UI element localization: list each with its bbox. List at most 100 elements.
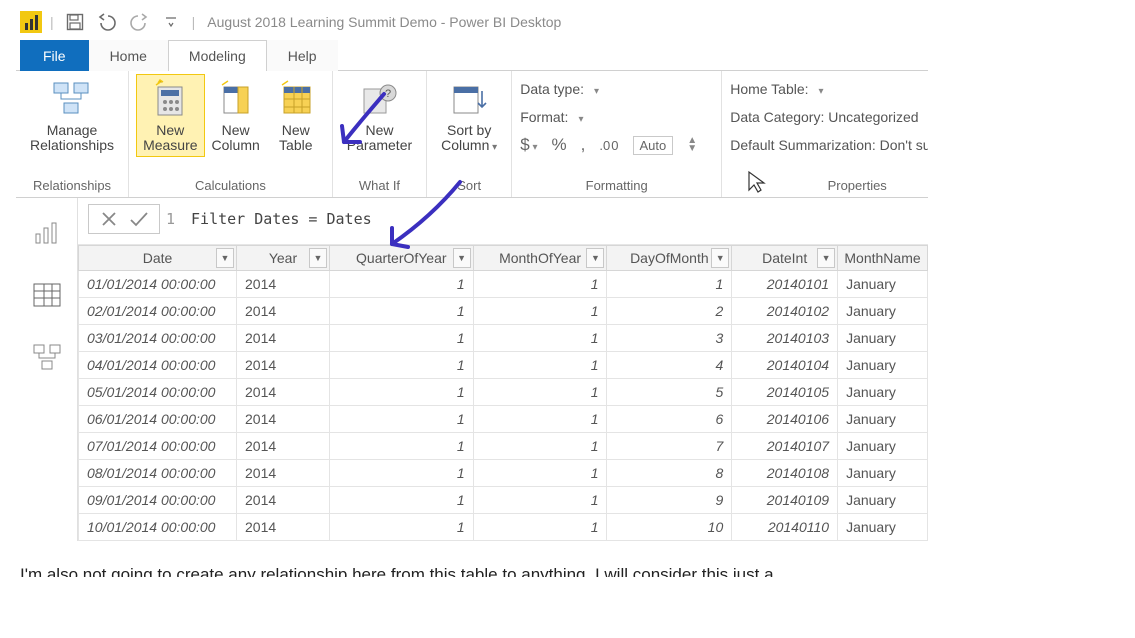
cell-month: 1 xyxy=(473,514,607,541)
cell-day: 5 xyxy=(607,379,732,406)
cell-monthname: January xyxy=(838,460,928,487)
report-view-button[interactable] xyxy=(24,214,70,252)
filter-dropdown-icon[interactable]: ▼ xyxy=(586,248,604,268)
table-row[interactable]: 05/01/2014 00:00:00201411520140105Januar… xyxy=(79,379,928,406)
table-row[interactable]: 04/01/2014 00:00:00201411420140104Januar… xyxy=(79,352,928,379)
filter-dropdown-icon[interactable]: ▼ xyxy=(216,248,234,268)
col-dateint[interactable]: DateInt ▼ xyxy=(732,246,838,271)
save-button[interactable] xyxy=(62,9,88,35)
tab-home[interactable]: Home xyxy=(89,40,168,71)
default-summarization-label[interactable]: Default Summarization: Don't summarize xyxy=(730,137,928,153)
header-label: DateInt xyxy=(762,250,807,266)
format-label: Format: xyxy=(520,109,568,125)
tab-file[interactable]: File xyxy=(20,40,89,71)
manage-relationships-button[interactable]: Manage Relationships xyxy=(24,75,120,156)
home-table-dropdown[interactable] xyxy=(819,81,824,97)
col-date[interactable]: Date ▼ xyxy=(79,246,237,271)
currency-button[interactable]: $ xyxy=(520,135,537,155)
cancel-formula-button[interactable] xyxy=(99,209,119,229)
format-dropdown[interactable] xyxy=(578,109,583,125)
table-row[interactable]: 08/01/2014 00:00:00201411820140108Januar… xyxy=(79,460,928,487)
data-view-button[interactable] xyxy=(24,276,70,314)
thousands-button[interactable]: , xyxy=(581,135,586,155)
filter-dropdown-icon[interactable]: ▼ xyxy=(711,248,729,268)
redo-button[interactable] xyxy=(126,9,152,35)
cell-date: 05/01/2014 00:00:00 xyxy=(79,379,237,406)
cell-year: 2014 xyxy=(237,379,330,406)
cell-date: 02/01/2014 00:00:00 xyxy=(79,298,237,325)
header-label: MonthOfYear xyxy=(499,250,581,266)
powerbi-logo-icon xyxy=(20,11,42,33)
cell-year: 2014 xyxy=(237,325,330,352)
svg-text:?: ? xyxy=(385,88,391,100)
cell-date: 04/01/2014 00:00:00 xyxy=(79,352,237,379)
model-view-button[interactable] xyxy=(24,338,70,376)
col-day[interactable]: DayOfMonth ▼ xyxy=(607,246,732,271)
new-table-button[interactable]: New Table xyxy=(268,75,324,156)
cell-month: 1 xyxy=(473,325,607,352)
table-row[interactable]: 03/01/2014 00:00:00201411320140103Januar… xyxy=(79,325,928,352)
undo-button[interactable] xyxy=(94,9,120,35)
cell-quarter: 1 xyxy=(329,433,473,460)
col-quarter[interactable]: QuarterOfYear ▼ xyxy=(329,246,473,271)
commit-formula-button[interactable] xyxy=(129,209,149,229)
formula-actions xyxy=(88,204,160,234)
cell-date: 08/01/2014 00:00:00 xyxy=(79,460,237,487)
table-row[interactable]: 01/01/2014 00:00:00201411120140101Januar… xyxy=(79,271,928,298)
group-label: Sort xyxy=(435,174,503,195)
cell-year: 2014 xyxy=(237,514,330,541)
filter-dropdown-icon[interactable]: ▼ xyxy=(817,248,835,268)
decimals-stepper[interactable]: ▲▼ xyxy=(687,137,697,153)
group-label: Formatting xyxy=(520,174,713,195)
cell-dateint: 20140105 xyxy=(732,379,838,406)
formula-editor[interactable]: 1 Filter Dates = Dates xyxy=(166,210,918,228)
table-row[interactable]: 06/01/2014 00:00:00201411620140106Januar… xyxy=(79,406,928,433)
table-row[interactable]: 02/01/2014 00:00:00201411220140102Januar… xyxy=(79,298,928,325)
cell-dateint: 20140107 xyxy=(732,433,838,460)
cell-quarter: 1 xyxy=(329,298,473,325)
home-table-label: Home Table: xyxy=(730,81,808,97)
percent-button[interactable]: % xyxy=(551,135,566,155)
data-type-dropdown[interactable] xyxy=(594,81,599,97)
cell-monthname: January xyxy=(838,379,928,406)
col-month[interactable]: MonthOfYear ▼ xyxy=(473,246,607,271)
new-column-button[interactable]: New Column xyxy=(206,75,266,156)
group-label: Relationships xyxy=(24,174,120,195)
filter-dropdown-icon[interactable]: ▼ xyxy=(309,248,327,268)
cell-day: 8 xyxy=(607,460,732,487)
col-year[interactable]: Year ▼ xyxy=(237,246,330,271)
cell-dateint: 20140102 xyxy=(732,298,838,325)
table-row[interactable]: 10/01/2014 00:00:002014111020140110Janua… xyxy=(79,514,928,541)
cell-month: 1 xyxy=(473,352,607,379)
cell-quarter: 1 xyxy=(329,379,473,406)
data-type-label: Data type: xyxy=(520,81,584,97)
cell-quarter: 1 xyxy=(329,352,473,379)
parameter-icon: ? xyxy=(357,77,401,121)
workspace: 1 Filter Dates = Dates Date ▼ Year ▼ xyxy=(16,198,928,541)
decimals-button[interactable]: .0 0 xyxy=(599,138,618,153)
auto-decimals-input[interactable]: Auto xyxy=(633,136,674,155)
cell-month: 1 xyxy=(473,406,607,433)
new-parameter-button[interactable]: ? New Parameter xyxy=(341,75,418,156)
sort-by-column-button[interactable]: Sort by Column xyxy=(435,75,503,156)
new-measure-button[interactable]: New Measure xyxy=(137,75,203,156)
header-label: DayOfMonth xyxy=(630,250,709,266)
qat-customize[interactable] xyxy=(158,9,184,35)
cell-quarter: 1 xyxy=(329,271,473,298)
col-monthname[interactable]: MonthName xyxy=(838,246,928,271)
table-row[interactable]: 09/01/2014 00:00:00201411920140109Januar… xyxy=(79,487,928,514)
cell-monthname: January xyxy=(838,487,928,514)
cell-month: 1 xyxy=(473,487,607,514)
table-row[interactable]: 07/01/2014 00:00:00201411720140107Januar… xyxy=(79,433,928,460)
titlebar: | | August 2018 Learning Summit Demo - P xyxy=(16,6,928,38)
data-category-label[interactable]: Data Category: Uncategorized xyxy=(730,109,918,125)
tab-modeling[interactable]: Modeling xyxy=(168,40,267,71)
filter-dropdown-icon[interactable]: ▼ xyxy=(453,248,471,268)
separator: | xyxy=(48,14,56,30)
tab-help[interactable]: Help xyxy=(267,40,338,71)
label: Manage Relationships xyxy=(30,123,114,154)
cell-dateint: 20140104 xyxy=(732,352,838,379)
label: New Parameter xyxy=(347,123,412,154)
cell-day: 2 xyxy=(607,298,732,325)
cell-year: 2014 xyxy=(237,352,330,379)
